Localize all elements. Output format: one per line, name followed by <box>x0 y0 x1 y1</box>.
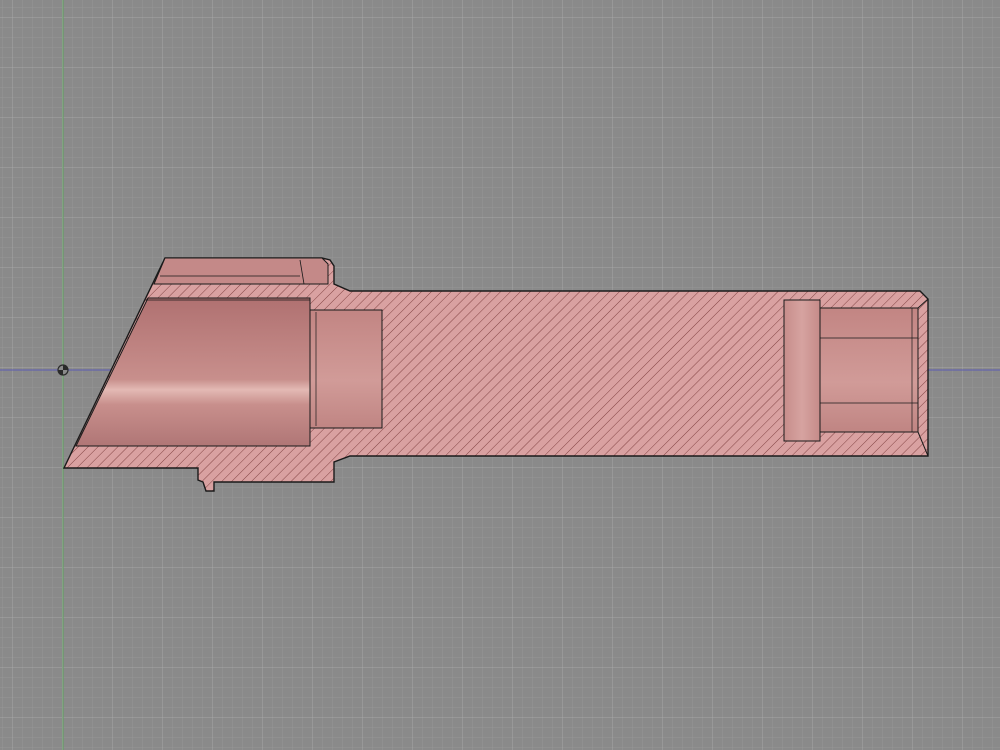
left-counterbore[interactable] <box>309 309 383 429</box>
cad-viewport[interactable] <box>0 0 1000 750</box>
right-undercut-groove[interactable] <box>783 299 821 442</box>
origin-target-icon <box>57 364 69 376</box>
drawing-canvas[interactable] <box>0 0 1000 750</box>
right-bore[interactable] <box>819 307 919 433</box>
part-section[interactable] <box>62 257 929 492</box>
